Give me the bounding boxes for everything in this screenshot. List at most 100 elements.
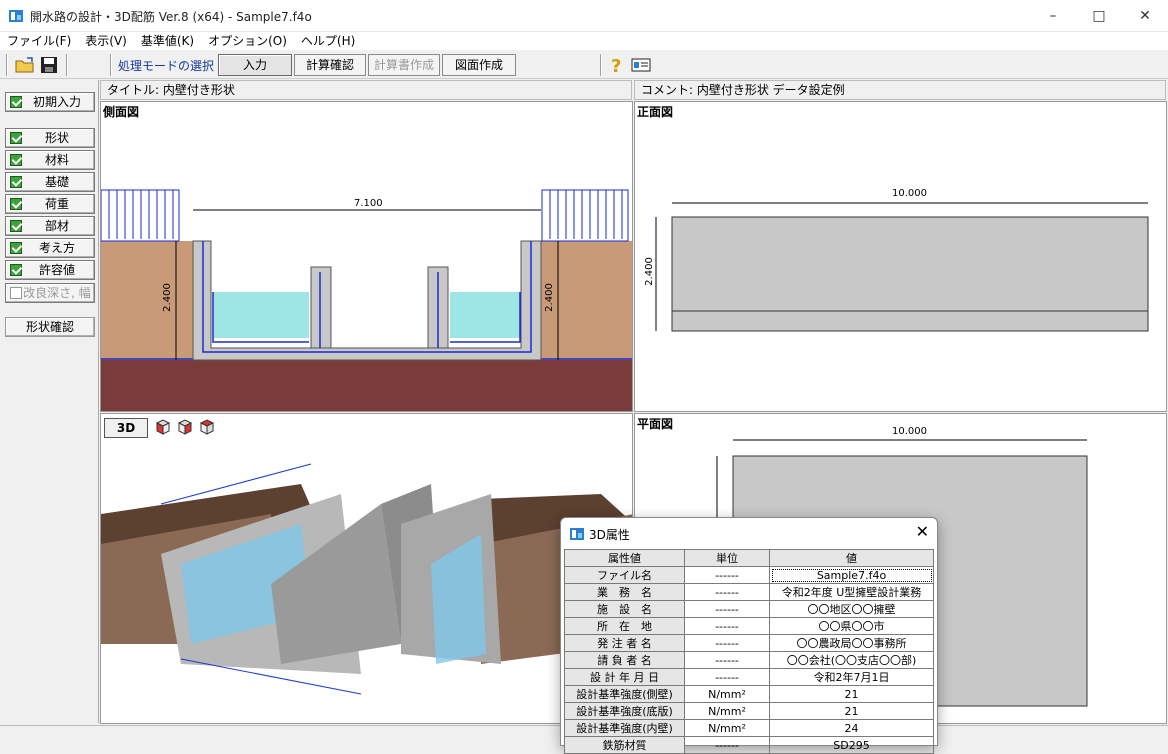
mode-input-button[interactable]: 入力 — [218, 54, 292, 76]
front-width-dimension: 10.000 — [892, 188, 927, 199]
side-view-panel[interactable]: 側面図 7.100 2.400 2.400 — [100, 101, 633, 412]
attr-unit: N/mm² — [684, 685, 770, 703]
cube-side-icon[interactable] — [176, 418, 194, 436]
table-row: 設計基準強度(内壁) N/mm² 24 — [564, 719, 934, 737]
attr-unit: ------ — [684, 600, 770, 618]
sidebar-item-approach[interactable]: 考え方 — [5, 238, 95, 258]
table-row: 施 設 名 ------ 〇〇地区〇〇擁壁 — [564, 600, 934, 618]
sidebar-item-label: 許容値 — [38, 263, 75, 277]
open-folder-icon[interactable] — [14, 55, 36, 75]
shape-confirm-label: 形状確認 — [25, 320, 74, 334]
minimize-button[interactable]: – — [1030, 0, 1076, 32]
sidebar-item-label: 形状 — [44, 131, 69, 145]
attr-value[interactable]: 〇〇農政局〇〇事務所 — [769, 634, 934, 652]
plan-width-dimension: 10.000 — [892, 426, 927, 437]
3d-view-drawing — [101, 463, 632, 695]
shape-confirm-button[interactable]: 形状確認 — [5, 317, 95, 337]
table-row: ファイル名 ------ Sample7.f4o — [564, 566, 934, 584]
sidebar-item-improvement: 改良深さ, 幅 — [5, 283, 95, 303]
attr-name: 発 注 者 名 — [564, 634, 685, 652]
side-width-dimension: 7.100 — [354, 198, 383, 209]
toolbar-separator — [66, 54, 68, 76]
mode-report-button[interactable]: 計算書作成 — [368, 54, 440, 76]
sidebar-item-material[interactable]: 材料 — [5, 150, 95, 170]
sidebar-item-allowable[interactable]: 許容値 — [5, 260, 95, 280]
mode-drawing-button[interactable]: 図面作成 — [442, 54, 516, 76]
sidebar-item-load[interactable]: 荷重 — [5, 194, 95, 214]
3d-view-button[interactable]: 3D — [104, 418, 148, 438]
title-field: タイトル: 内壁付き形状 — [100, 80, 632, 100]
attr-name: 鉄筋材質 — [564, 736, 685, 754]
attr-name: 設 計 年 月 日 — [564, 668, 685, 686]
table-row: 所 在 地 ------ 〇〇県〇〇市 — [564, 617, 934, 635]
attr-name: 設計基準強度(底版) — [564, 702, 685, 720]
toolbar: 処理モードの選択 入力 計算確認 計算書作成 図面作成 ? — [0, 51, 1168, 79]
save-icon[interactable] — [38, 55, 60, 75]
sidebar-item-shape[interactable]: 形状 — [5, 128, 95, 148]
attr-unit: ------ — [684, 583, 770, 601]
app-icon — [9, 10, 23, 22]
attr-value[interactable]: SD295 — [769, 736, 934, 754]
sidebar-item-label: 基礎 — [44, 175, 69, 189]
cube-front-icon[interactable] — [154, 418, 172, 436]
attr-value[interactable]: 令和2年度 U型擁壁設計業務 — [769, 583, 934, 601]
toolbar-separator — [600, 54, 602, 76]
checked-icon — [10, 220, 22, 232]
info-card-icon[interactable] — [630, 55, 652, 75]
sidebar-item-initial[interactable]: 初期入力 — [5, 92, 95, 112]
help-icon[interactable]: ? — [606, 55, 628, 75]
table-row: 鉄筋材質 ------ SD295 — [564, 736, 934, 754]
cube-top-icon[interactable] — [198, 418, 216, 436]
title-bar: 開水路の設計・3D配筋 Ver.8 (x64) - Sample7.f4o – … — [0, 0, 1168, 32]
menu-view[interactable]: 表示(V) — [78, 32, 134, 50]
dialog-close-icon[interactable]: ✕ — [916, 522, 929, 541]
table-row: 設計基準強度(底版) N/mm² 21 — [564, 702, 934, 720]
attr-name: 業 務 名 — [564, 583, 685, 601]
sidebar-item-label: 初期入力 — [32, 95, 81, 109]
attr-name: 所 在 地 — [564, 617, 685, 635]
attr-name: 施 設 名 — [564, 600, 685, 618]
sidebar-item-label: 考え方 — [38, 241, 75, 255]
attr-value[interactable]: 〇〇地区〇〇擁壁 — [769, 600, 934, 618]
mode-calc-check-button[interactable]: 計算確認 — [294, 54, 366, 76]
checked-icon — [10, 264, 22, 276]
front-view-panel[interactable]: 正面図 10.000 2.400 — [634, 101, 1167, 412]
attr-value[interactable]: 令和2年7月1日 — [769, 668, 934, 686]
menu-help[interactable]: ヘルプ(H) — [294, 32, 362, 50]
maximize-button[interactable]: □ — [1076, 0, 1122, 32]
menu-option[interactable]: オプション(O) — [201, 32, 294, 50]
attr-value[interactable]: 24 — [769, 719, 934, 737]
attr-unit: ------ — [684, 736, 770, 754]
sidebar: 初期入力 形状 材料 基礎 荷重 部材 考え方 許容値 改良深さ, 幅 形状確認 — [0, 80, 99, 723]
checked-icon — [10, 132, 22, 144]
attr-value[interactable]: 〇〇会社(〇〇支店〇〇部) — [769, 651, 934, 669]
front-view-label: 正面図 — [637, 105, 674, 119]
sidebar-item-label: 部材 — [44, 219, 69, 233]
close-button[interactable]: ✕ — [1122, 0, 1168, 32]
comment-field: コメント: 内壁付き形状 データ設定例 — [634, 80, 1166, 100]
checked-icon — [10, 242, 22, 254]
dialog-app-icon — [570, 528, 584, 540]
dialog-title: 3D属性 — [589, 528, 630, 542]
checked-icon — [10, 96, 22, 108]
toolbar-separator — [6, 54, 8, 76]
attr-unit: ------ — [684, 617, 770, 635]
side-height-left-dimension: 2.400 — [161, 283, 173, 312]
sidebar-item-member[interactable]: 部材 — [5, 216, 95, 236]
menu-file[interactable]: ファイル(F) — [0, 32, 78, 50]
attr-unit: ------ — [684, 668, 770, 686]
attr-value[interactable]: 〇〇県〇〇市 — [769, 617, 934, 635]
attr-value[interactable]: Sample7.f4o — [769, 566, 934, 584]
mode-label: 処理モードの選択 — [118, 59, 215, 73]
3d-view-panel[interactable] — [100, 413, 633, 724]
attr-value[interactable]: 21 — [769, 702, 934, 720]
menu-standard[interactable]: 基準値(K) — [134, 32, 201, 50]
attr-unit: N/mm² — [684, 719, 770, 737]
attr-unit: ------ — [684, 651, 770, 669]
attr-unit: N/mm² — [684, 702, 770, 720]
attr-value[interactable]: 21 — [769, 685, 934, 703]
sidebar-item-foundation[interactable]: 基礎 — [5, 172, 95, 192]
checked-icon — [10, 154, 22, 166]
column-header: 値 — [769, 549, 934, 567]
attr-name: 設計基準強度(内壁) — [564, 719, 685, 737]
